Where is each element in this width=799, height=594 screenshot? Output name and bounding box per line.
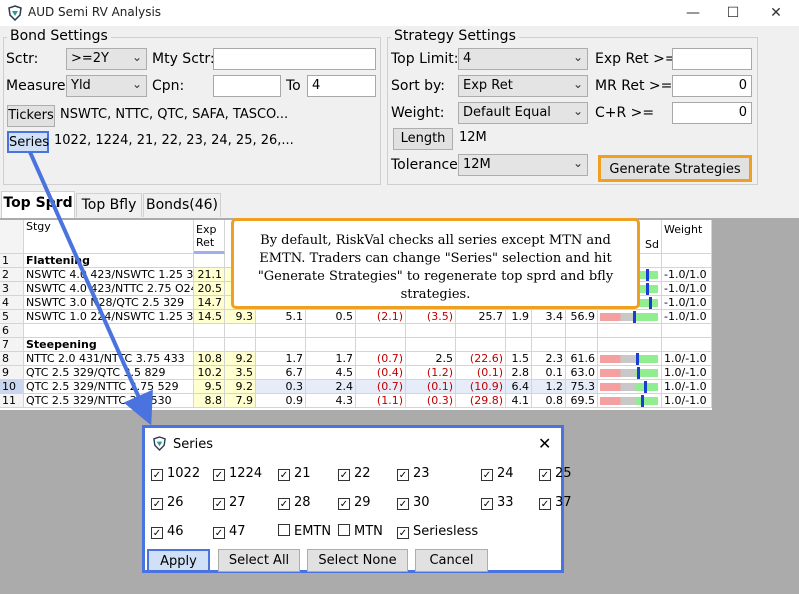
series-arrow-to-dialog <box>28 151 153 426</box>
series-checkbox-label: 33 <box>497 495 514 510</box>
checkmark-icon: ✓ <box>278 498 290 510</box>
series-checkbox-22[interactable]: ✓ 22 <box>338 466 371 481</box>
series-checkbox-label: 30 <box>413 495 430 510</box>
series-checkbox-label: 1022 <box>167 466 201 481</box>
series-checkbox-seriesless[interactable]: ✓ Seriesless <box>397 524 478 539</box>
series-checkbox-28[interactable]: ✓ 28 <box>278 495 311 510</box>
series-checkbox-label: 25 <box>555 466 572 481</box>
checkmark-icon: ✓ <box>151 498 163 510</box>
series-checkbox-1022[interactable]: ✓ 1022 <box>151 466 200 481</box>
checkmark-icon: ✓ <box>151 469 163 481</box>
series-checkbox-27[interactable]: ✓ 27 <box>213 495 246 510</box>
select-none-button[interactable]: Select None <box>307 549 408 572</box>
checkmark-icon: ✓ <box>397 469 409 481</box>
cancel-button[interactable]: Cancel <box>415 549 488 572</box>
series-dialog[interactable]: Series ✕ ✓ 1022 ✓ 1224 ✓ 21 ✓ 22 ✓ 23 ✓ 24 ✓ 25 ✓ 26 ✓ 27… <box>142 425 572 573</box>
series-checkbox-emtn[interactable]: EMTN <box>278 524 331 539</box>
checkmark-icon: ✓ <box>213 527 225 539</box>
series-checkbox-label: 46 <box>167 524 184 539</box>
close-icon[interactable]: ✕ <box>538 434 551 453</box>
series-checkbox-24[interactable]: ✓ 24 <box>481 466 514 481</box>
series-checkbox-label: 29 <box>354 495 371 510</box>
apply-button[interactable]: Apply <box>147 549 210 572</box>
series-checkbox-label: 27 <box>229 495 246 510</box>
checkmark-icon: ✓ <box>213 498 225 510</box>
series-checkbox-label: 23 <box>413 466 430 481</box>
series-checkbox-label: 47 <box>229 524 246 539</box>
series-checkbox-label: 37 <box>555 495 572 510</box>
select-all-button[interactable]: Select All <box>218 549 300 572</box>
series-checkbox-30[interactable]: ✓ 30 <box>397 495 430 510</box>
series-checkbox-mtn[interactable]: MTN <box>338 524 383 539</box>
checkmark-icon: ✓ <box>539 498 551 510</box>
checkmark-icon: ✓ <box>338 498 350 510</box>
series-checkbox-25[interactable]: ✓ 25 <box>539 466 572 481</box>
series-checkbox-label: 1224 <box>229 466 263 481</box>
series-checkbox-26[interactable]: ✓ 26 <box>151 495 184 510</box>
series-checkbox-21[interactable]: ✓ 21 <box>278 466 311 481</box>
series-checkbox-29[interactable]: ✓ 29 <box>338 495 371 510</box>
series-checkbox-label: Seriesless <box>413 524 479 539</box>
series-checkbox-label: 22 <box>354 466 371 481</box>
checkmark-icon: ✓ <box>397 498 409 510</box>
series-checkbox-1224[interactable]: ✓ 1224 <box>213 466 262 481</box>
series-checkbox-23[interactable]: ✓ 23 <box>397 466 430 481</box>
series-checkbox-label: 21 <box>294 466 311 481</box>
checkmark-icon: ✓ <box>481 469 493 481</box>
series-checkbox-label: 28 <box>294 495 311 510</box>
checkmark-icon: ✓ <box>151 527 163 539</box>
checkmark-icon: ✓ <box>278 469 290 481</box>
empty-checkbox-icon <box>278 524 290 536</box>
series-checkbox-46[interactable]: ✓ 46 <box>151 524 184 539</box>
series-dialog-title: Series <box>173 437 213 452</box>
series-checkbox-47[interactable]: ✓ 47 <box>213 524 246 539</box>
app-logo-icon <box>153 436 166 451</box>
checkmark-icon: ✓ <box>397 527 409 539</box>
series-checkbox-label: MTN <box>354 524 383 539</box>
checkmark-icon: ✓ <box>213 469 225 481</box>
series-checkbox-label: 26 <box>167 495 184 510</box>
series-checkbox-33[interactable]: ✓ 33 <box>481 495 514 510</box>
series-checkbox-label: EMTN <box>294 524 332 539</box>
checkmark-icon: ✓ <box>338 469 350 481</box>
empty-checkbox-icon <box>338 524 350 536</box>
checkmark-icon: ✓ <box>481 498 493 510</box>
checkmark-icon: ✓ <box>539 469 551 481</box>
series-checkbox-37[interactable]: ✓ 37 <box>539 495 572 510</box>
series-checkbox-label: 24 <box>497 466 514 481</box>
